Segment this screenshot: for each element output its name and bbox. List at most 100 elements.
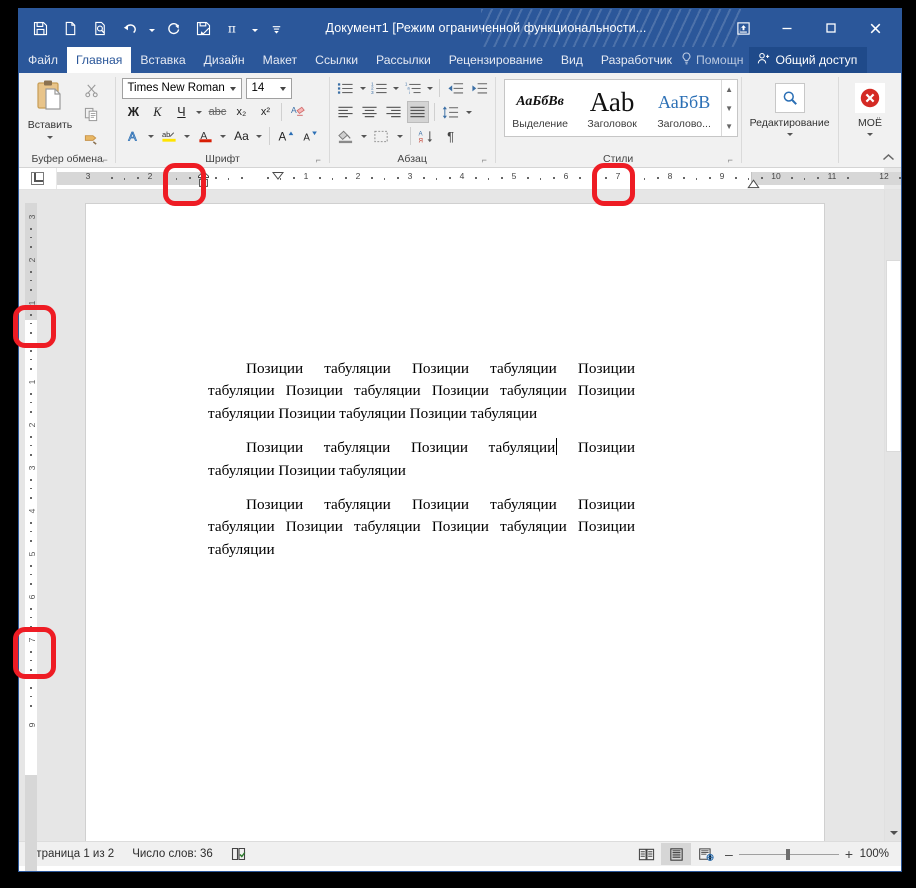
undo-icon[interactable] <box>115 13 145 43</box>
multilevel-list-icon[interactable]: 1ai <box>402 77 424 99</box>
zoom-in-button[interactable]: + <box>845 846 853 862</box>
save-icon[interactable] <box>25 13 55 43</box>
tab-view[interactable]: Вид <box>552 47 592 73</box>
redo-icon[interactable] <box>158 13 188 43</box>
numbered-list-icon[interactable]: 123 <box>368 77 390 99</box>
font-color-icon[interactable]: A <box>194 125 216 147</box>
highlight-caret-icon[interactable] <box>182 125 192 147</box>
bold-button[interactable]: Ж <box>122 101 144 123</box>
bullets-caret-icon[interactable] <box>359 77 367 99</box>
customize-qat-icon[interactable] <box>261 13 291 43</box>
vertical-scroll-thumb[interactable] <box>886 260 901 452</box>
subscript-button[interactable]: x₂ <box>230 101 252 123</box>
decrease-indent-icon[interactable] <box>445 77 467 99</box>
tab-stop-left-icon[interactable] <box>19 168 57 189</box>
horizontal-ruler-scale[interactable]: 3 2 1 1 2 3 4 5 6 7 8 9 10 11 12 <box>57 168 901 189</box>
word-count[interactable]: Число слов: 36 <box>123 848 222 860</box>
underline-caret-icon[interactable] <box>194 101 204 123</box>
paragraph-2[interactable]: Позиции табуляции Позиции табуляции Пози… <box>208 437 635 482</box>
zoom-control[interactable]: – + 100% <box>721 846 901 862</box>
minimize-button[interactable] <box>765 12 809 44</box>
align-center-icon[interactable] <box>359 101 381 123</box>
change-case-button[interactable]: Aa <box>230 125 252 147</box>
copy-icon[interactable] <box>78 104 104 125</box>
document-text[interactable]: Позиции табуляции Позиции табуляции Пози… <box>208 358 635 561</box>
print-preview-icon[interactable] <box>85 13 115 43</box>
grow-font-icon[interactable]: A <box>275 125 297 147</box>
line-spacing-icon[interactable] <box>440 101 462 123</box>
document-page[interactable]: Позиции табуляции Позиции табуляции Пози… <box>85 203 825 841</box>
tab-insert[interactable]: Вставка <box>131 47 194 73</box>
new-document-icon[interactable] <box>55 13 85 43</box>
tab-home[interactable]: Главная <box>66 47 132 73</box>
save-as-icon[interactable] <box>188 13 218 43</box>
document-scroll-area[interactable]: Позиции табуляции Позиции табуляции Пози… <box>41 190 884 841</box>
numbering-caret-icon[interactable] <box>392 77 400 99</box>
tab-references[interactable]: Ссылки <box>306 47 367 73</box>
shrink-font-icon[interactable]: A <box>299 125 321 147</box>
collapse-ribbon-icon[interactable] <box>882 153 895 165</box>
zoom-out-button[interactable]: – <box>725 846 733 862</box>
paragraph-3[interactable]: Позиции табуляции Позиции табуляции Пози… <box>208 494 635 561</box>
text-effects-caret-icon[interactable] <box>146 125 156 147</box>
maximize-button[interactable] <box>809 12 853 44</box>
sort-az-icon[interactable]: AЯ <box>416 125 438 147</box>
tab-layout[interactable]: Макет <box>254 47 307 73</box>
format-painter-icon[interactable] <box>78 128 104 149</box>
clipboard-dialog-launcher-icon[interactable]: ⌐ <box>102 156 111 165</box>
font-color-caret-icon[interactable] <box>218 125 228 147</box>
tell-me-search[interactable]: Помощн <box>681 47 749 73</box>
vertical-ruler[interactable]: 3 2 1 1 2 3 4 5 6 7 9 <box>19 190 41 871</box>
styles-dialog-launcher-icon[interactable]: ⌐ <box>728 156 737 165</box>
font-size-caret-icon[interactable] <box>280 86 287 91</box>
undo-dropdown-caret-icon[interactable] <box>145 13 158 43</box>
vertical-scroll-track[interactable] <box>885 207 901 824</box>
tab-mailings[interactable]: Рассылки <box>367 47 440 73</box>
share-button[interactable]: Общий доступ <box>749 47 868 73</box>
paragraph-1[interactable]: Позиции табуляции Позиции табуляции Пози… <box>208 358 635 425</box>
increase-indent-icon[interactable] <box>469 77 491 99</box>
horizontal-ruler[interactable]: 3 2 1 1 2 3 4 5 6 7 8 9 10 11 12 <box>19 168 901 190</box>
paragraph-dialog-launcher-icon[interactable]: ⌐ <box>482 156 491 165</box>
align-right-icon[interactable] <box>383 101 405 123</box>
borders-icon[interactable] <box>371 125 393 147</box>
borders-caret-icon[interactable] <box>395 125 405 147</box>
scissors-icon[interactable] <box>78 80 104 101</box>
style-item-emphasis[interactable]: АаБбВв Выделение <box>505 80 577 136</box>
tab-stop-marker[interactable] <box>271 170 285 188</box>
font-size-combo[interactable]: 14 <box>246 77 293 99</box>
styles-more-icon[interactable]: ▼ <box>722 117 737 136</box>
tab-developer[interactable]: Разработчик <box>592 47 681 73</box>
superscript-button[interactable]: x² <box>254 101 276 123</box>
tab-review[interactable]: Рецензирование <box>440 47 552 73</box>
clear-formatting-icon[interactable]: A <box>287 101 309 123</box>
change-case-caret-icon[interactable] <box>254 125 264 147</box>
multilevel-caret-icon[interactable] <box>426 77 434 99</box>
styles-scroll-up-icon[interactable]: ▲ <box>722 80 737 99</box>
shading-caret-icon[interactable] <box>359 125 369 147</box>
style-item-title[interactable]: Ааb Заголовок <box>577 80 649 136</box>
tab-file[interactable]: Файл <box>19 47 67 73</box>
bullet-list-icon[interactable] <box>335 77 357 99</box>
formula-dropdown-caret-icon[interactable] <box>248 13 261 43</box>
line-spacing-caret-icon[interactable] <box>464 101 474 123</box>
align-left-icon[interactable] <box>335 101 357 123</box>
editing-caret-icon[interactable] <box>786 133 793 136</box>
proofing-check-icon[interactable] <box>222 847 256 861</box>
style-item-heading[interactable]: АаБбВ Заголово... <box>649 80 721 136</box>
zoom-slider-track[interactable] <box>738 848 839 860</box>
pilcrow-icon[interactable]: ¶ <box>440 125 462 147</box>
formula-pi-icon[interactable]: π <box>218 13 248 43</box>
italic-button[interactable]: К <box>146 101 168 123</box>
scroll-down-icon[interactable] <box>885 824 901 841</box>
font-name-combo[interactable]: Times New Roman <box>122 77 243 99</box>
paste-button[interactable]: Вставить <box>22 77 78 151</box>
vertical-scrollbar[interactable] <box>884 190 901 841</box>
highlight-icon[interactable]: ab <box>158 125 180 147</box>
text-effects-icon[interactable]: A <box>122 125 144 147</box>
strikethrough-button[interactable]: abc <box>206 101 228 123</box>
zoom-level-label[interactable]: 100% <box>859 848 893 860</box>
tab-design[interactable]: Дизайн <box>195 47 254 73</box>
moe-button[interactable]: МОЁ <box>842 77 898 151</box>
read-mode-icon[interactable] <box>631 843 661 865</box>
